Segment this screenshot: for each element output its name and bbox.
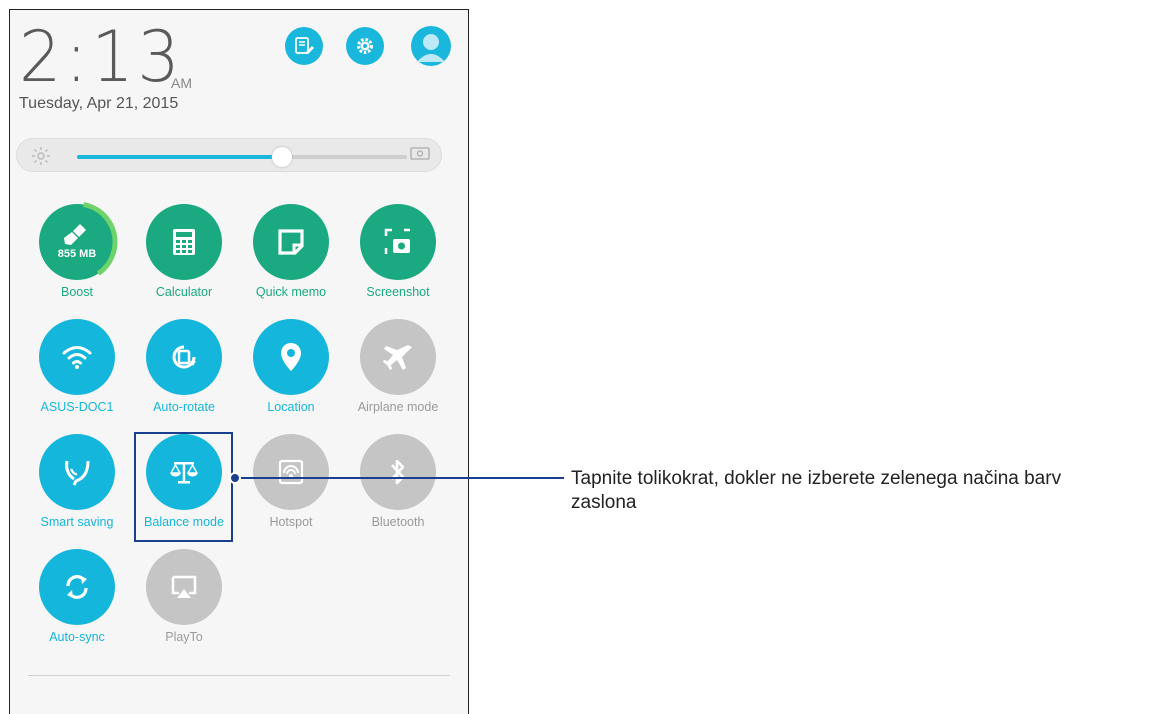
tile-smart-saving[interactable]: Smart saving <box>22 430 132 540</box>
sync-icon <box>61 571 93 603</box>
leaf-icon <box>62 457 92 487</box>
auto-rotate-label: Auto-rotate <box>153 400 215 414</box>
screenshot-label: Screenshot <box>366 285 430 299</box>
location-label: Location <box>267 400 315 414</box>
tile-auto-sync[interactable]: Auto-sync <box>22 545 132 655</box>
auto-sync-label: Auto-sync <box>49 630 105 644</box>
clock-date: Tuesday, Apr 21, 2015 <box>19 95 179 112</box>
tile-boost[interactable]: 855 MB Boost <box>22 200 132 310</box>
tile-calculator[interactable]: Calculator <box>129 200 239 310</box>
quick-memo-toggle-button[interactable] <box>253 204 329 280</box>
wifi-icon <box>61 344 93 370</box>
bluetooth-toggle-button[interactable] <box>360 434 436 510</box>
tile-screenshot[interactable]: Screenshot <box>343 200 453 310</box>
user-avatar-icon <box>417 34 445 62</box>
edit-notes-icon <box>295 37 314 54</box>
tile-bluetooth[interactable]: Bluetooth <box>343 430 453 540</box>
location-toggle-button[interactable] <box>253 319 329 395</box>
callout-line-2: zaslona <box>571 492 637 513</box>
location-pin-icon <box>279 341 303 373</box>
brightness-fill <box>77 155 282 159</box>
screenshot-icon <box>383 227 413 257</box>
callout-leader-dot <box>229 472 241 484</box>
airplane-mode-label: Airplane mode <box>357 400 439 414</box>
quick-memo-label: Quick memo <box>255 285 327 299</box>
user-avatar-button[interactable] <box>411 26 451 66</box>
memo-icon <box>277 228 305 256</box>
tile-playto[interactable]: PlayTo <box>129 545 239 655</box>
auto-rotate-toggle-button[interactable] <box>146 319 222 395</box>
callout-line-1: Tapnite tolikokrat, dokler ne izberete z… <box>571 468 1062 489</box>
tile-location[interactable]: Location <box>236 315 346 425</box>
brightness-track[interactable] <box>77 147 407 167</box>
auto-brightness-icon[interactable] <box>409 146 431 166</box>
hotspot-label: Hotspot <box>269 515 313 529</box>
tile-auto-rotate[interactable]: Auto-rotate <box>129 315 239 425</box>
callout-text: Tapnite tolikokrat, dokler ne izberete z… <box>571 467 1168 515</box>
clock-time: 2:13 <box>19 16 184 98</box>
calculator-toggle-button[interactable] <box>146 204 222 280</box>
playto-toggle-button[interactable] <box>146 549 222 625</box>
tile-asus-doc1[interactable]: ASUS-DOC1 <box>22 315 132 425</box>
playto-icon <box>169 573 199 601</box>
airplane-icon <box>382 341 414 373</box>
boost-memory-ring <box>36 201 118 283</box>
callout-leader-line <box>234 477 564 479</box>
tile-hotspot[interactable]: Hotspot <box>236 430 346 540</box>
settings-gear-icon <box>357 38 373 54</box>
boost-memory-badge: 855 MB <box>57 248 97 260</box>
rotate-icon <box>168 341 200 373</box>
brightness-slider[interactable] <box>16 138 442 172</box>
smart-saving-label: Smart saving <box>40 515 114 529</box>
asus-doc1-label: ASUS-DOC1 <box>40 400 114 414</box>
tile-quick-memo[interactable]: Quick memo <box>236 200 346 310</box>
brightness-thumb[interactable] <box>271 147 292 167</box>
settings-button[interactable] <box>346 27 384 65</box>
bluetooth-icon <box>386 456 410 488</box>
balance-mode-highlight-box <box>134 432 233 542</box>
clock-ampm: AM <box>171 75 192 91</box>
boost-label: Boost <box>61 285 93 299</box>
smart-saving-toggle-button[interactable] <box>39 434 115 510</box>
hotspot-toggle-button[interactable] <box>253 434 329 510</box>
brightness-sun-icon <box>32 147 50 165</box>
calculator-icon <box>171 227 197 257</box>
auto-sync-toggle-button[interactable] <box>39 549 115 625</box>
airplane-mode-toggle-button[interactable] <box>360 319 436 395</box>
asus-doc1-toggle-button[interactable] <box>39 319 115 395</box>
bluetooth-label: Bluetooth <box>371 515 425 529</box>
edit-notes-button[interactable] <box>285 27 323 65</box>
panel-divider <box>28 675 450 676</box>
screenshot-toggle-button[interactable] <box>360 204 436 280</box>
calculator-label: Calculator <box>155 285 213 299</box>
hotspot-icon <box>276 457 306 487</box>
playto-label: PlayTo <box>165 630 203 644</box>
tile-airplane-mode[interactable]: Airplane mode <box>343 315 453 425</box>
